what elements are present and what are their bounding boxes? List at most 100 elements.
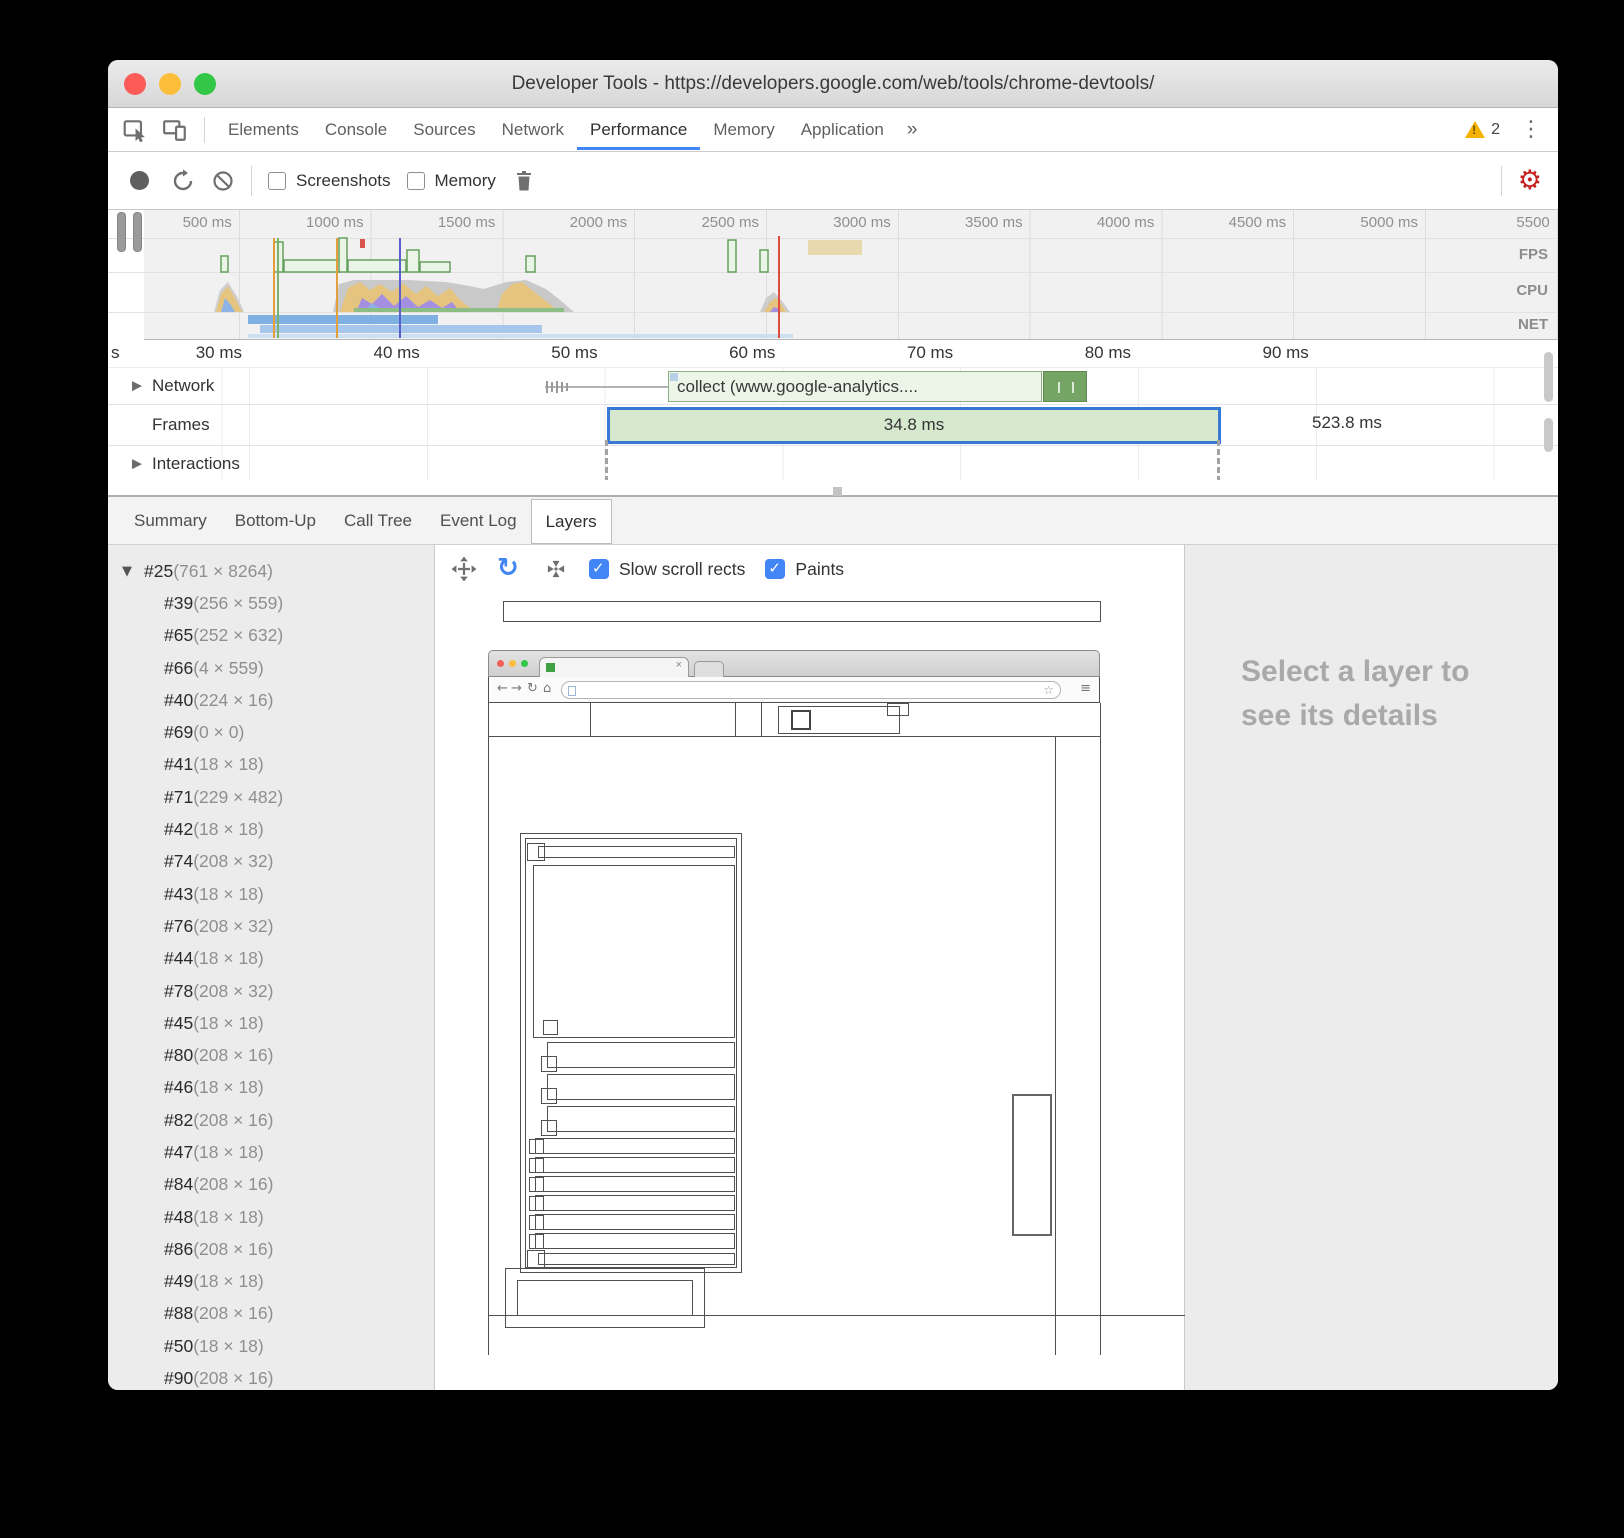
layer-tree-item[interactable]: ▼ #48 (18 × 18) (108, 1201, 434, 1233)
minimize-window-button[interactable] (159, 73, 181, 95)
close-window-button[interactable] (124, 73, 146, 95)
pan-mode-icon[interactable] (451, 556, 477, 582)
layer-id: #80 (164, 1045, 193, 1066)
layer-tree-item[interactable]: ▼ #86 (208 × 16) (108, 1233, 434, 1265)
layer-size: (229 × 482) (193, 787, 283, 808)
interactions-lane: ▶ Interactions (108, 446, 1558, 482)
console-warnings-badge[interactable]: 2 (1465, 121, 1500, 139)
detail-ruler-tick: 70 ms (783, 340, 961, 367)
layer-size: (208 × 16) (193, 1368, 273, 1389)
detail-tab[interactable]: Event Log (426, 497, 531, 544)
layer-id: #78 (164, 981, 193, 1002)
detail-tab[interactable]: Summary (120, 497, 221, 544)
network-request-bar[interactable]: collect (www.google-analytics.... (668, 371, 1042, 402)
panel-tab[interactable]: Elements (215, 109, 312, 150)
panel-tabs: ElementsConsoleSourcesNetworkPerformance… (215, 109, 927, 150)
toggle-device-toolbar-icon[interactable] (162, 117, 188, 143)
layer-size: (208 × 16) (193, 1045, 273, 1066)
scrollbar-thumb[interactable] (1544, 418, 1553, 452)
layer-tree-item[interactable]: ▼ #65 (252 × 632) (108, 620, 434, 652)
layer-3d-view[interactable]: ↻ Slow scroll rects Paints × (435, 545, 1185, 1390)
layer-tree-item[interactable]: ▼ #42 (18 × 18) (108, 813, 434, 845)
network-request-download-segment[interactable] (1043, 371, 1087, 402)
layer-tree-item[interactable]: ▼ #74 (208 × 32) (108, 846, 434, 878)
layer-id: #47 (164, 1142, 193, 1163)
layer-id: #82 (164, 1110, 193, 1131)
record-button[interactable] (130, 171, 149, 190)
timeline-overview[interactable]: 500 ms1000 ms1500 ms2000 ms2500 ms3000 m… (108, 210, 1558, 340)
layer-tree-item[interactable]: ▼ #45 (18 × 18) (108, 1007, 434, 1039)
layer-tree-item[interactable]: ▼ #76 (208 × 32) (108, 910, 434, 942)
detail-tab[interactable]: Call Tree (330, 497, 426, 544)
layer-tree-item[interactable]: ▼ #50 (18 × 18) (108, 1330, 434, 1362)
overview-ruler-tick: 4000 ms (1031, 210, 1163, 238)
layer-tree-item[interactable]: ▼ #46 (18 × 18) (108, 1072, 434, 1104)
layer-tree-item[interactable]: ▼ #66 (4 × 559) (108, 652, 434, 684)
frames-lane: Frames 34.8 ms 523.8 ms (108, 405, 1558, 446)
memory-checkbox[interactable] (407, 172, 425, 190)
layer-tree-item[interactable]: ▼ #82 (208 × 16) (108, 1104, 434, 1136)
layer-wireframe-canvas[interactable]: × ←→ ↻⌂ ☆ ≡ (435, 593, 1184, 1390)
layer-size: (208 × 16) (193, 1303, 273, 1324)
layer-tree-item[interactable]: ▼ #47 (18 × 18) (108, 1136, 434, 1168)
collapse-icon[interactable]: ▼ (122, 564, 144, 579)
panel-tab[interactable]: Memory (700, 109, 787, 150)
layer-id: #66 (164, 658, 193, 679)
pane-splitter[interactable] (108, 480, 1558, 497)
garbage-collect-icon[interactable] (512, 169, 536, 193)
layer-id: #71 (164, 787, 193, 808)
layer-size: (252 × 632) (193, 625, 283, 646)
layer-id: #48 (164, 1207, 193, 1228)
panel-tab[interactable]: Console (312, 109, 400, 150)
detail-tab[interactable]: Bottom-Up (221, 497, 330, 544)
reset-view-icon[interactable] (543, 556, 569, 582)
overview-left-handle[interactable] (117, 212, 126, 252)
layer-tree-item[interactable]: ▼ #43 (18 × 18) (108, 878, 434, 910)
layer-tree-item[interactable]: ▼ #39 (256 × 559) (108, 587, 434, 619)
layer-size: (18 × 18) (193, 1077, 264, 1098)
layer-tree-item[interactable]: ▼ #71 (229 × 482) (108, 781, 434, 813)
overview-right-handle[interactable] (133, 212, 142, 252)
panel-tab[interactable]: Sources (400, 109, 488, 150)
layer-id: #43 (164, 884, 193, 905)
expand-network-icon[interactable]: ▶ (132, 379, 142, 394)
layer-tree-item[interactable]: ▼ #69 (0 × 0) (108, 716, 434, 748)
clear-recording-icon[interactable] (211, 169, 235, 193)
layer-tree-item[interactable]: ▼ #78 (208 × 32) (108, 975, 434, 1007)
detail-tab[interactable]: Layers (531, 499, 612, 544)
layer-tree-item[interactable]: ▼ #88 (208 × 16) (108, 1298, 434, 1330)
layer-size: (208 × 32) (193, 916, 273, 937)
layer-tree-item[interactable]: ▼ #44 (18 × 18) (108, 943, 434, 975)
layer-id: #74 (164, 851, 193, 872)
screenshots-checkbox[interactable] (268, 172, 286, 190)
more-options-icon[interactable]: ⋮ (1520, 120, 1542, 140)
splitter-grip[interactable] (833, 487, 842, 496)
panel-tab[interactable]: » (897, 109, 928, 150)
selected-frame-bar[interactable]: 34.8 ms (607, 407, 1221, 444)
slow-scroll-rects-checkbox[interactable] (589, 559, 609, 579)
layer-size: (208 × 16) (193, 1110, 273, 1131)
layer-tree-item[interactable]: ▼ #80 (208 × 16) (108, 1039, 434, 1071)
rotate-mode-icon[interactable]: ↻ (497, 556, 523, 582)
capture-settings-gear-icon[interactable]: ⚙ (1518, 168, 1542, 194)
layer-tree-item[interactable]: ▼ #41 (18 × 18) (108, 749, 434, 781)
panel-tab[interactable]: Network (489, 109, 577, 150)
expand-interactions-icon[interactable]: ▶ (132, 457, 142, 472)
paints-checkbox[interactable] (765, 559, 785, 579)
layer-tree-item[interactable]: ▼ #25 (761 × 8264) (108, 555, 434, 587)
scrollbar-thumb[interactable] (1544, 352, 1553, 402)
layer-tree-item[interactable]: ▼ #90 (208 × 16) (108, 1362, 434, 1390)
reload-and-profile-icon[interactable] (171, 169, 195, 193)
panel-tab[interactable]: Performance (577, 109, 700, 150)
zoom-window-button[interactable] (194, 73, 216, 95)
frames-lane-label: Frames (152, 415, 210, 435)
layer-tree-item[interactable]: ▼ #49 (18 × 18) (108, 1266, 434, 1298)
detail-tab-bar: SummaryBottom-UpCall TreeEvent LogLayers (108, 497, 1558, 545)
panel-tab[interactable]: Application (788, 109, 897, 150)
event-marker-line (336, 238, 338, 338)
network-lane: ▶ Network collect (www.google-analytics.… (108, 368, 1558, 405)
inspect-element-icon[interactable] (122, 117, 148, 143)
layer-tree-item[interactable]: ▼ #40 (224 × 16) (108, 684, 434, 716)
layer-id: #88 (164, 1303, 193, 1324)
layer-tree-item[interactable]: ▼ #84 (208 × 16) (108, 1169, 434, 1201)
